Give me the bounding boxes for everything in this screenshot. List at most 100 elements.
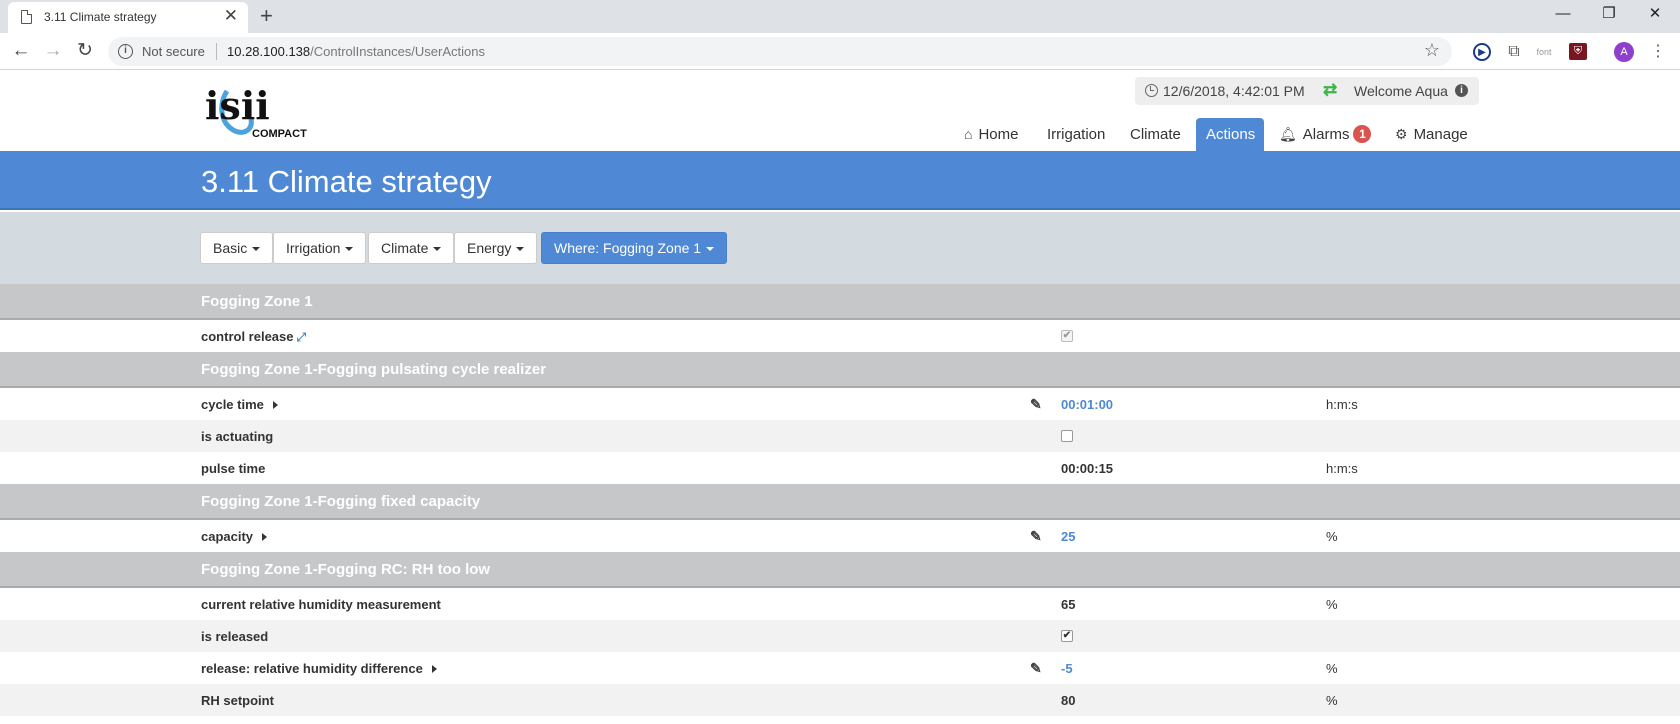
row-label: current relative humidity measurement (201, 597, 441, 612)
url-text[interactable]: 10.28.100.138/ControlInstances/UserActio… (227, 44, 485, 59)
row-label: pulse time (201, 461, 266, 476)
nav-irrigation[interactable]: Irrigation (1037, 118, 1115, 151)
reload-button[interactable]: ↻ (71, 38, 99, 64)
welcome-text: Welcome Aqua (1354, 83, 1448, 99)
row-label[interactable]: release: relative humidity difference (201, 661, 437, 676)
is-released-checkbox: ✔ (1061, 630, 1073, 642)
cast-icon[interactable]: ⧉ (1504, 42, 1524, 62)
capacity-value[interactable]: 25 (1061, 529, 1075, 544)
status-bar: 12/6/2018, 4:42:01 PM ⇄ Welcome Aqua i (1135, 77, 1479, 105)
unit-label: % (1326, 597, 1338, 612)
nav-actions[interactable]: Actions (1196, 118, 1264, 151)
logo-text: isii (205, 83, 270, 128)
unit-label: % (1326, 661, 1338, 676)
minimize-button[interactable]: — (1540, 0, 1586, 30)
title-band: 3.11 Climate strategy (0, 151, 1680, 210)
user-info-icon[interactable]: i (1455, 84, 1468, 97)
profile-avatar[interactable]: A (1614, 42, 1634, 62)
row-label-text: release: relative humidity difference (201, 661, 423, 676)
nav-alarms[interactable]: 🔔︎ Alarms 1 (1269, 118, 1381, 151)
unit-label: h:m:s (1326, 397, 1358, 412)
irrigation-dropdown[interactable]: Irrigation (273, 232, 367, 264)
bookmark-star-icon[interactable]: ☆ (1424, 40, 1440, 61)
irrigation-dropdown-label: Irrigation (286, 240, 341, 256)
info-icon[interactable]: i (118, 44, 133, 59)
where-dropdown[interactable]: Where: Fogging Zone 1 (541, 232, 728, 264)
row-label: is released (201, 629, 269, 644)
cycle-time-value[interactable]: 00:01:00 (1061, 397, 1113, 412)
table-row: is released ✔ (0, 620, 1680, 652)
caret-right-icon[interactable] (262, 533, 268, 541)
section-title: Fogging Zone 1 (201, 293, 313, 310)
pencil-icon[interactable]: ✎ (1030, 396, 1042, 413)
pencil-icon[interactable]: ✎ (1030, 660, 1042, 677)
nav-alarms-label: Alarms (1302, 126, 1350, 143)
divider (216, 43, 217, 60)
logo-subtext: COMPACT (252, 128, 307, 139)
pulse-time-value: 00:00:15 (1061, 461, 1114, 476)
row-label[interactable]: capacity (201, 529, 268, 544)
pencil-icon[interactable]: ✎ (1030, 528, 1042, 545)
is-actuating-checkbox (1061, 430, 1073, 442)
caret-down-icon (252, 247, 261, 251)
nav-irrigation-label: Irrigation (1047, 126, 1106, 143)
table-row: release: relative humidity difference ✎ … (0, 652, 1680, 684)
energy-dropdown[interactable]: Energy (454, 232, 538, 264)
window-close-button[interactable]: ✕ (1632, 0, 1678, 30)
caret-down-icon (433, 247, 442, 251)
nav-manage[interactable]: ⚙ Manage (1385, 118, 1478, 151)
shield-extension-icon[interactable]: ⛨ (1569, 43, 1587, 60)
isii-compact-logo[interactable]: isii COMPACT (205, 79, 315, 139)
address-bar[interactable]: i Not secure 10.28.100.138/ControlInstan… (108, 37, 1452, 66)
font-extension-icon[interactable]: font (1534, 42, 1554, 62)
browser-toolbar: ← → ↻ i Not secure 10.28.100.138/Control… (0, 33, 1680, 70)
unit-label: % (1326, 693, 1338, 708)
alarm-count-badge: 1 (1353, 125, 1372, 143)
table-row: pulse time 00:00:15 h:m:s (0, 452, 1680, 484)
row-label-text: capacity (201, 529, 254, 544)
back-button[interactable]: ← (7, 38, 35, 64)
nav-climate[interactable]: Climate (1120, 118, 1191, 151)
table-row: RH setpoint 80 % (0, 684, 1680, 716)
caret-down-icon (516, 247, 525, 251)
nav-home[interactable]: ⌂ Home (954, 118, 1028, 151)
expand-icon[interactable]: ⤢ (297, 330, 307, 345)
new-tab-button[interactable]: + (260, 3, 273, 29)
close-tab-icon[interactable]: ✕ (224, 7, 238, 25)
section-title: Fogging Zone 1-Fogging pulsating cycle r… (201, 361, 547, 378)
caret-right-icon[interactable] (272, 401, 278, 409)
url-path: /ControlInstances/UserActions (310, 44, 485, 59)
where-dropdown-label: Where: Fogging Zone 1 (554, 240, 702, 256)
gear-icon: ⚙ (1395, 126, 1408, 142)
browser-tab[interactable]: 3.11 Climate strategy ✕ (8, 2, 248, 33)
row-label: control release ⤢ (201, 329, 306, 345)
rh-difference-value[interactable]: -5 (1061, 661, 1073, 676)
nav-actions-label: Actions (1206, 126, 1256, 143)
url-host: 10.28.100.138 (227, 44, 311, 59)
browser-menu-icon[interactable]: ⋮ (1648, 42, 1668, 62)
home-icon: ⌂ (964, 126, 973, 142)
nav-manage-label: Manage (1413, 126, 1468, 143)
section-header: Fogging Zone 1 (0, 284, 1680, 320)
unit-label: % (1326, 529, 1338, 544)
climate-dropdown[interactable]: Climate (368, 232, 455, 264)
browser-tabstrip: 3.11 Climate strategy ✕ + — ❐ ✕ (0, 0, 1680, 33)
restore-button[interactable]: ❐ (1586, 0, 1632, 30)
row-label: RH setpoint (201, 693, 274, 708)
page-icon (21, 10, 32, 24)
caret-right-icon[interactable] (431, 665, 437, 673)
media-play-icon[interactable]: ▶ (1473, 43, 1491, 61)
table-row: cycle time ✎ 00:01:00 h:m:s (0, 388, 1680, 420)
basic-dropdown-label: Basic (213, 240, 248, 256)
forward-button[interactable]: → (39, 38, 67, 64)
bell-icon: 🔔︎ (1279, 126, 1297, 142)
row-label[interactable]: cycle time (201, 397, 278, 412)
caret-down-icon (345, 247, 354, 251)
table-row: current relative humidity measurement 65… (0, 588, 1680, 620)
basic-dropdown[interactable]: Basic (200, 232, 274, 264)
settings-table: Fogging Zone 1 control release ⤢ ✔ Foggin… (0, 284, 1680, 716)
nav-home-label: Home (978, 126, 1019, 143)
section-header: Fogging Zone 1-Fogging pulsating cycle r… (0, 352, 1680, 388)
row-label-text: cycle time (201, 397, 264, 412)
control-release-checkbox: ✔ (1061, 330, 1073, 342)
